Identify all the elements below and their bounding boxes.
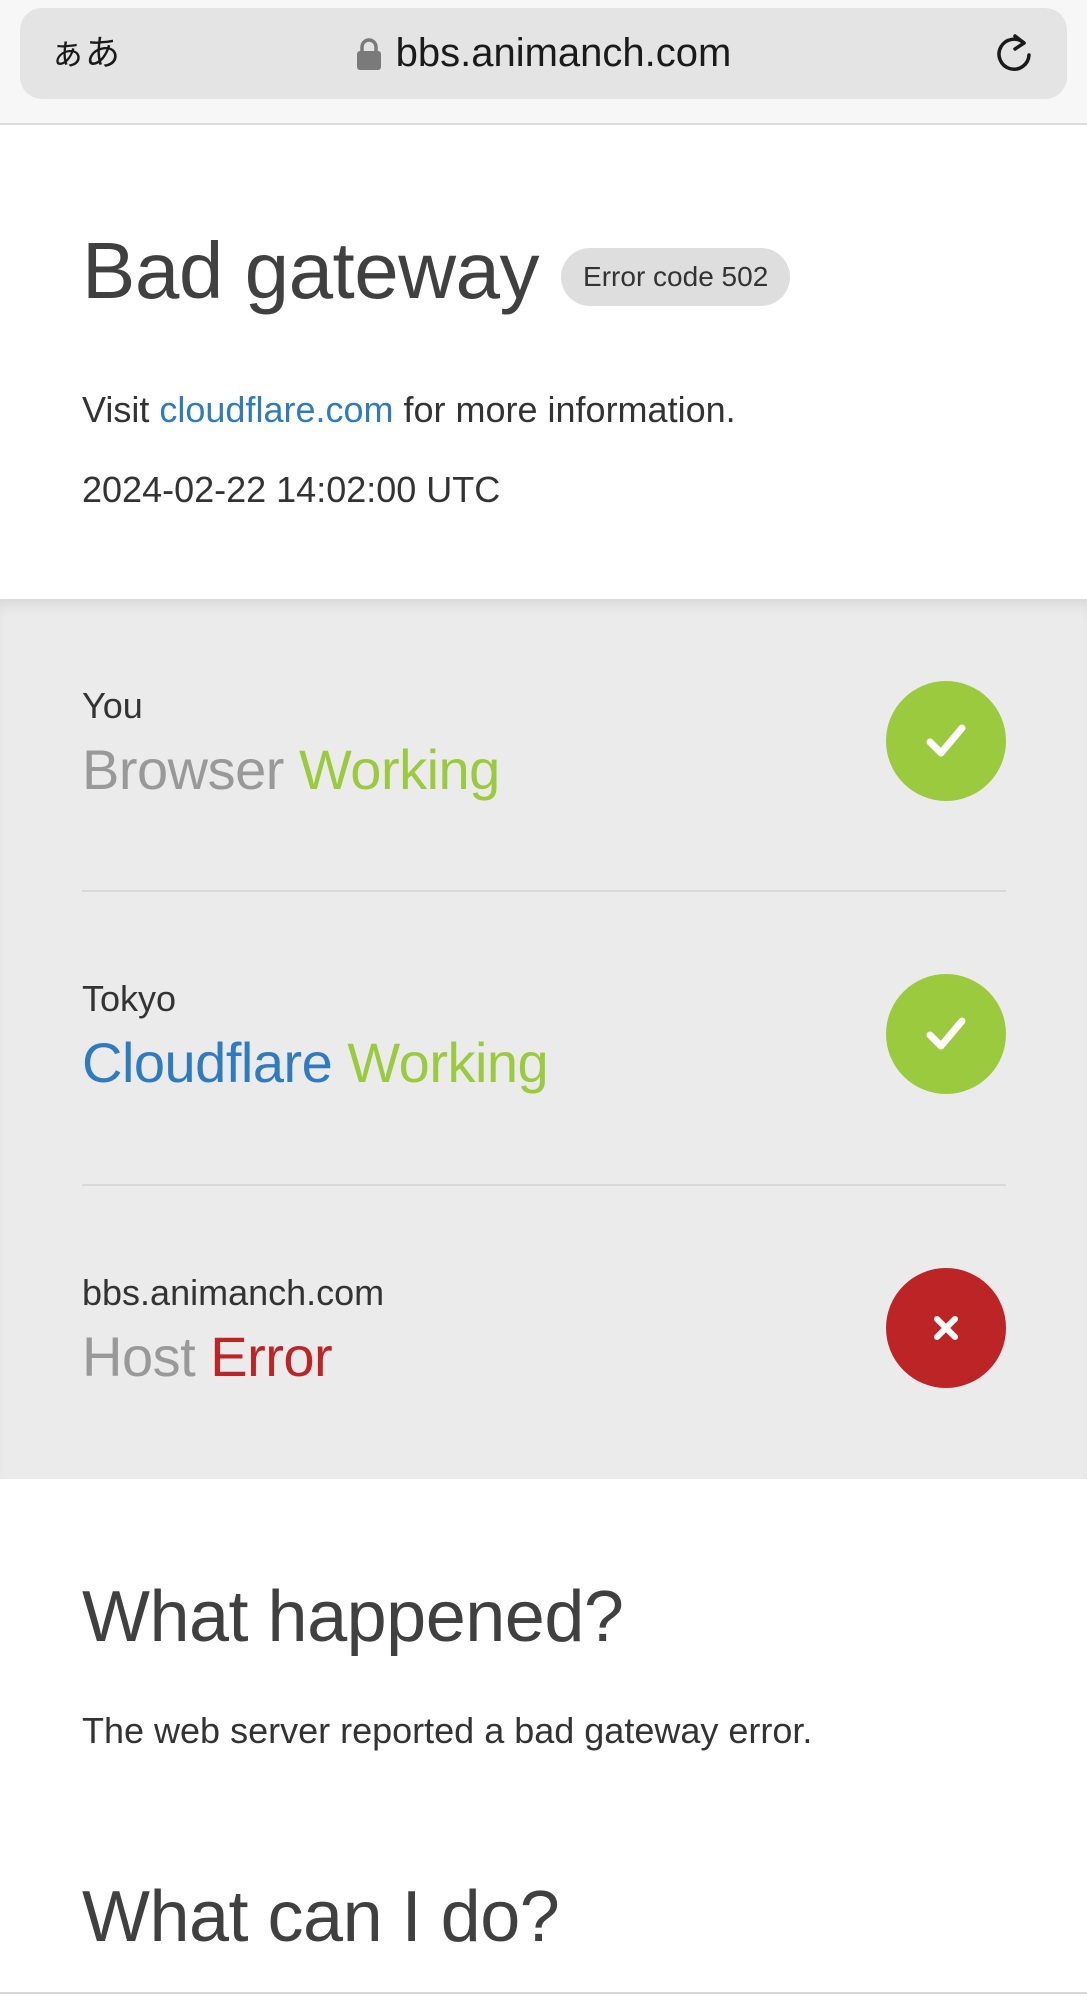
info-suffix: for more information. [393, 389, 736, 430]
info-line: Visit cloudflare.com for more informatio… [82, 389, 736, 431]
status-name: Host [82, 1325, 196, 1388]
status-name-line: Browser Working [82, 737, 500, 802]
error-header: Bad gateway Error code 502 Visit cloudfl… [0, 127, 1087, 599]
status-name: Cloudflare [82, 1031, 333, 1094]
lock-icon [356, 37, 382, 71]
status-row-browser: You Browser Working [82, 599, 1006, 891]
status-location: Tokyo [82, 978, 177, 1019]
what-happened-text: The web server reported a bad gateway er… [82, 1710, 813, 1751]
divider [0, 1992, 1087, 1994]
status-row-host: bbs.animanch.com Host Error [82, 1186, 1006, 1478]
check-icon [926, 724, 966, 757]
status-state: Working [298, 738, 500, 801]
cloudflare-link[interactable]: cloudflare.com [159, 389, 393, 430]
status-name: Browser [82, 738, 284, 801]
page-title: Bad gateway [82, 226, 540, 315]
check-icon [926, 1017, 966, 1050]
status-panel: You Browser Working Tokyo Cloudflare Wor… [0, 599, 1087, 1479]
url-display[interactable]: bbs.animanch.com [20, 8, 1067, 99]
address-bar[interactable]: ぁあ bbs.animanch.com [20, 8, 1067, 99]
timestamp: 2024-02-22 14:02:00 UTC [82, 469, 501, 510]
status-name-line: Cloudflare Working [82, 1030, 549, 1095]
close-icon [934, 1316, 958, 1340]
title-row: Bad gateway Error code 502 [82, 225, 791, 317]
what-can-i-do-heading: What can I do? [82, 1877, 560, 1957]
status-location: You [82, 685, 143, 726]
url-text: bbs.animanch.com [395, 31, 732, 75]
status-location: bbs.animanch.com [82, 1272, 385, 1313]
status-state: Working [347, 1031, 549, 1094]
browser-toolbar: ぁあ bbs.animanch.com [0, 0, 1087, 125]
status-row-cloudflare: Tokyo Cloudflare Working [82, 892, 1006, 1184]
error-code-badge: Error code 502 [561, 248, 791, 306]
status-ok-badge [886, 681, 1006, 801]
status-ok-badge [886, 974, 1006, 1094]
what-happened-heading: What happened? [82, 1577, 624, 1657]
status-error-badge [886, 1268, 1006, 1388]
reload-icon[interactable] [991, 31, 1037, 77]
explanation-section: What happened? The web server reported a… [0, 1479, 1087, 2000]
status-name-line: Host Error [82, 1324, 333, 1389]
info-prefix: Visit [82, 389, 160, 430]
status-state: Error [210, 1325, 333, 1388]
